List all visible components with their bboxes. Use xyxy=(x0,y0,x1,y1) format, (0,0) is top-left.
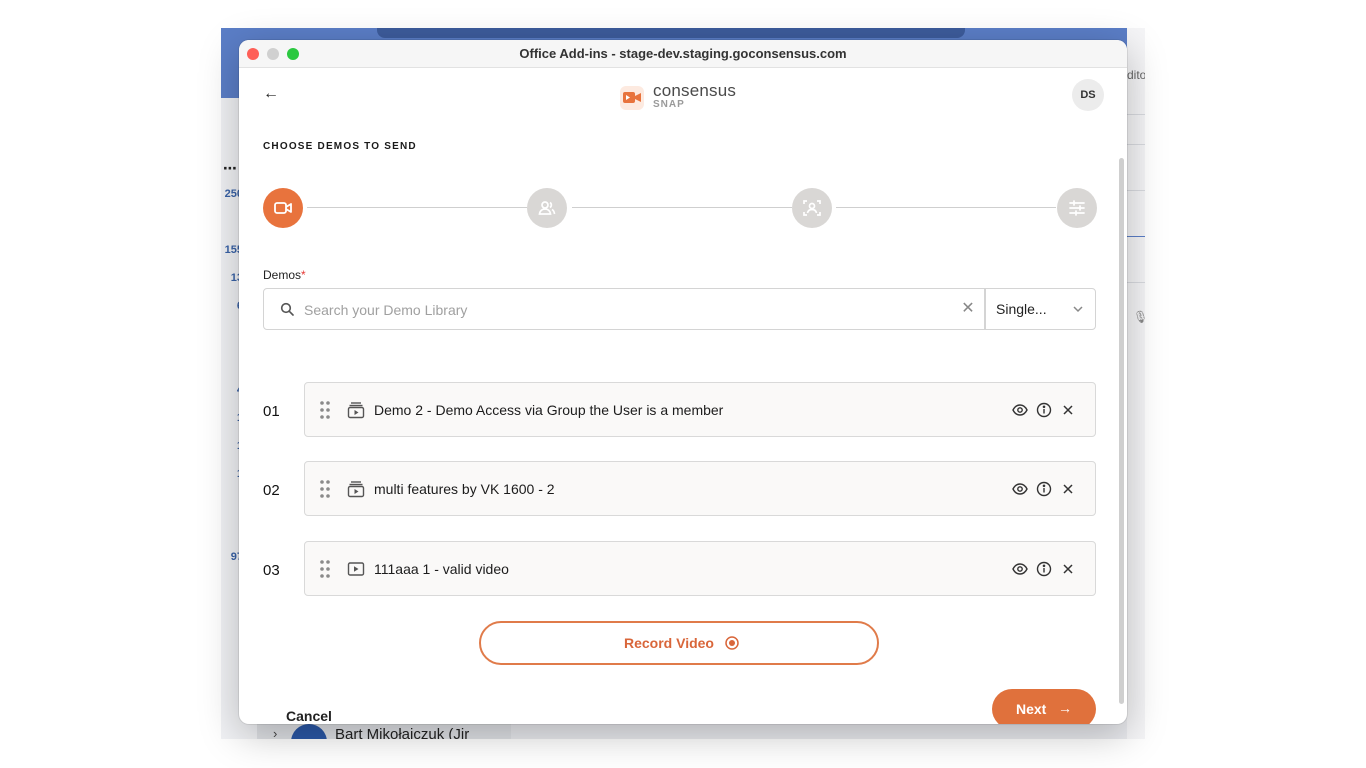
chevron-right-icon[interactable]: › xyxy=(273,726,277,739)
demo-item: 111aaa 1 - valid video xyxy=(304,541,1096,596)
demo-title: 111aaa 1 - valid video xyxy=(374,561,509,577)
record-video-button[interactable]: Record Video xyxy=(479,621,879,665)
focus-user-icon xyxy=(803,200,821,216)
playlist-icon xyxy=(347,481,365,498)
chevron-down-icon xyxy=(1073,306,1083,313)
progress-stepper xyxy=(263,188,1097,228)
info-button[interactable] xyxy=(1034,479,1054,499)
consensus-logo: consensus SNAP xyxy=(620,81,750,112)
video-camera-icon xyxy=(274,202,292,214)
next-label: Next xyxy=(1016,701,1047,717)
step-settings[interactable] xyxy=(1057,188,1097,228)
eye-icon xyxy=(1012,483,1028,495)
user-avatar[interactable]: DS xyxy=(1072,79,1104,111)
logo-wordmark: consensus xyxy=(653,81,737,100)
drag-handle-icon[interactable] xyxy=(319,400,331,420)
required-marker: * xyxy=(301,268,306,282)
demo-search-input[interactable] xyxy=(304,299,944,321)
demo-mode-select[interactable]: Single... xyxy=(985,288,1096,330)
info-icon xyxy=(1036,402,1052,418)
drag-handle-icon[interactable] xyxy=(319,479,331,499)
remove-demo-button[interactable] xyxy=(1058,479,1078,499)
title-bar: Office Add-ins - stage-dev.staging.gocon… xyxy=(239,40,1127,68)
record-video-label: Record Video xyxy=(624,635,714,651)
close-icon xyxy=(1063,564,1073,574)
host-right-column xyxy=(1127,28,1145,739)
back-arrow-icon[interactable]: ← xyxy=(261,84,281,104)
demo-title: Demo 2 - Demo Access via Group the User … xyxy=(374,402,724,418)
playlist-icon xyxy=(347,402,365,419)
step-choose-demos[interactable] xyxy=(263,188,303,228)
more-icon: ⋯ xyxy=(223,160,237,176)
step-personalize[interactable] xyxy=(792,188,832,228)
info-button[interactable] xyxy=(1034,559,1054,579)
host-contact-name: Bart Mikołajczuk (Jir xyxy=(335,726,470,739)
remove-demo-button[interactable] xyxy=(1058,559,1078,579)
consensus-logo-icon xyxy=(620,86,644,110)
info-icon xyxy=(1036,481,1052,497)
step-recipients[interactable] xyxy=(527,188,567,228)
sliders-icon xyxy=(1069,200,1085,216)
eye-icon xyxy=(1012,404,1028,416)
remove-demo-button[interactable] xyxy=(1058,400,1078,420)
video-icon xyxy=(347,562,365,576)
arrow-right-icon: → xyxy=(1058,700,1072,716)
addin-content: ← consensus SNAP DS CHOOSE DEMOS TO SEND xyxy=(239,68,1127,724)
scrollbar[interactable] xyxy=(1119,158,1124,704)
preview-button[interactable] xyxy=(1010,400,1030,420)
users-icon xyxy=(538,201,556,215)
demo-item: multi features by VK 1600 - 2 xyxy=(304,461,1096,516)
demo-item: Demo 2 - Demo Access via Group the User … xyxy=(304,382,1096,437)
cancel-button[interactable]: Cancel xyxy=(286,708,332,724)
row-number: 02 xyxy=(263,482,280,499)
window-title: Office Add-ins - stage-dev.staging.gocon… xyxy=(519,46,847,61)
preview-button[interactable] xyxy=(1010,559,1030,579)
page-title: CHOOSE DEMOS TO SEND xyxy=(263,141,417,152)
logo-subtitle: SNAP xyxy=(653,99,685,110)
row-number: 01 xyxy=(263,403,280,420)
eye-icon xyxy=(1012,563,1028,575)
clear-search-icon[interactable]: ✕ xyxy=(958,299,978,319)
close-icon xyxy=(1063,484,1073,494)
row-number: 03 xyxy=(263,562,280,579)
select-value: Single... xyxy=(996,301,1047,317)
microphone-icon: 🎙 xyxy=(1133,310,1145,324)
addin-window: Office Add-ins - stage-dev.staging.gocon… xyxy=(239,40,1127,724)
next-button[interactable]: Next → xyxy=(992,689,1096,724)
preview-button[interactable] xyxy=(1010,479,1030,499)
info-button[interactable] xyxy=(1034,400,1054,420)
record-icon xyxy=(725,636,739,650)
drag-handle-icon[interactable] xyxy=(319,559,331,579)
host-right-label: dito xyxy=(1127,68,1145,82)
demo-title: multi features by VK 1600 - 2 xyxy=(374,481,555,497)
close-icon xyxy=(1063,405,1073,415)
demos-label: Demos* xyxy=(263,268,306,282)
search-icon xyxy=(280,302,294,316)
info-icon xyxy=(1036,561,1052,577)
demo-search-box[interactable]: ✕ xyxy=(263,288,985,330)
